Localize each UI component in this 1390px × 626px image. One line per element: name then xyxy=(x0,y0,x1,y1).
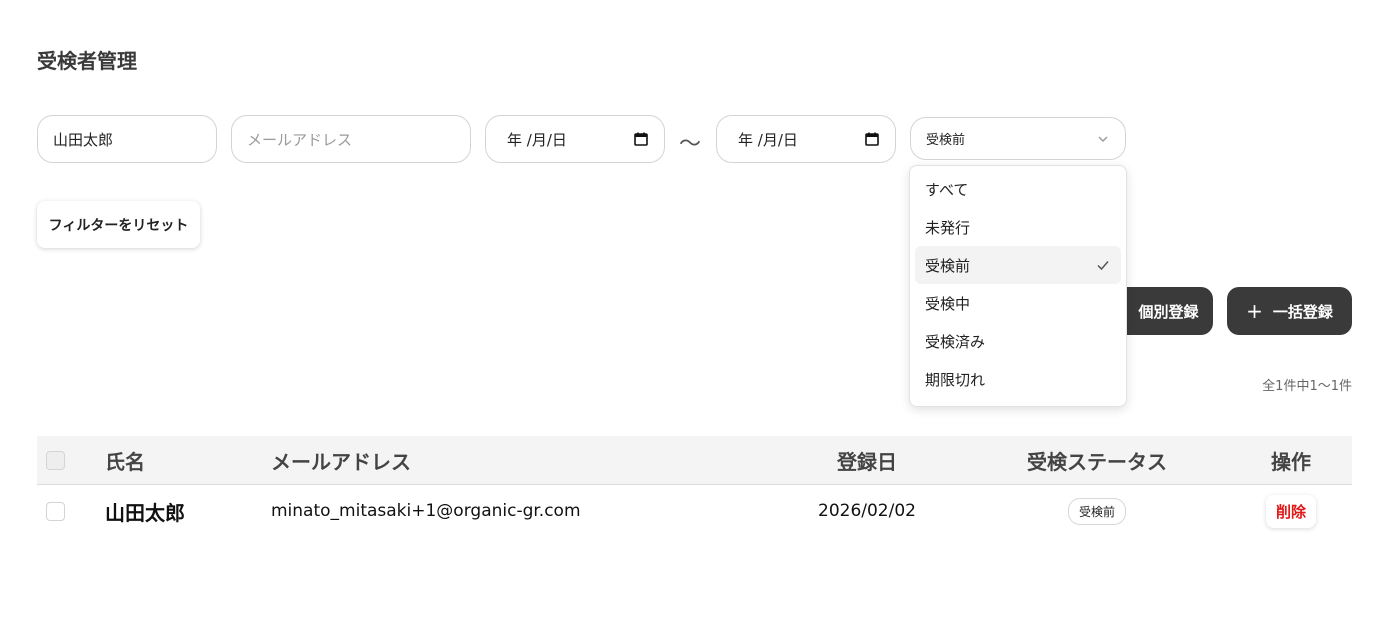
plus-icon: + xyxy=(1246,299,1263,323)
status-badge: 受検前 xyxy=(1067,497,1126,525)
table-row: 山田太郎 minato_mitasaki+1@organic-gr.com 20… xyxy=(37,485,1352,537)
row-name: 山田太郎 xyxy=(105,500,185,525)
row-email: minato_mitasaki+1@organic-gr.com xyxy=(271,501,581,521)
status-option-in-progress[interactable]: 受検中 xyxy=(915,284,1121,322)
select-all-checkbox[interactable] xyxy=(46,450,65,470)
examinee-table: 氏名 メールアドレス 登録日 受検ステータス 操作 山田太郎 minato_mi… xyxy=(37,436,1352,537)
header-date: 登録日 xyxy=(837,449,897,474)
calendar-icon[interactable] xyxy=(634,132,648,146)
header-status: 受検ステータス xyxy=(1027,449,1167,474)
header-name: 氏名 xyxy=(105,449,145,474)
date-to-input[interactable]: 年 /月/日 xyxy=(716,115,896,163)
page-title: 受検者管理 xyxy=(37,49,137,73)
status-select-value: 受検前 xyxy=(926,133,966,148)
date-from-value: 年 /月/日 xyxy=(507,130,567,149)
name-filter-input[interactable]: 山田太郎 xyxy=(37,115,217,163)
delete-button[interactable]: 削除 xyxy=(1265,494,1316,528)
date-range-separator: 〜 xyxy=(679,132,702,157)
status-option-before-exam[interactable]: 受検前 xyxy=(915,246,1121,284)
status-dropdown-menu: すべて 未発行 受検前 受検中 受検済み 期限切れ xyxy=(909,165,1127,407)
bulk-register-label: 一括登録 xyxy=(1272,302,1333,321)
chevron-down-icon xyxy=(1098,136,1108,142)
header-email: メールアドレス xyxy=(271,449,411,474)
bulk-register-button[interactable]: + 一括登録 xyxy=(1227,287,1352,335)
check-icon xyxy=(1097,261,1109,271)
result-count: 全1件中1〜1件 xyxy=(1262,379,1352,394)
calendar-icon[interactable] xyxy=(865,132,879,146)
status-option-all[interactable]: すべて xyxy=(915,170,1121,208)
status-option-completed[interactable]: 受検済み xyxy=(915,322,1121,360)
header-actions: 操作 xyxy=(1271,449,1311,474)
date-from-input[interactable]: 年 /月/日 xyxy=(485,115,665,163)
status-option-unissued[interactable]: 未発行 xyxy=(915,208,1121,246)
reset-filter-button[interactable]: フィルターをリセット xyxy=(37,201,200,248)
row-checkbox[interactable] xyxy=(46,501,65,521)
email-filter-input[interactable]: メールアドレス xyxy=(231,115,471,163)
status-filter-select[interactable]: 受検前 xyxy=(910,117,1126,160)
date-to-value: 年 /月/日 xyxy=(738,130,798,149)
single-register-label: 個別登録 xyxy=(1138,302,1199,321)
table-header: 氏名 メールアドレス 登録日 受検ステータス 操作 xyxy=(37,436,1352,485)
status-option-expired[interactable]: 期限切れ xyxy=(915,360,1121,398)
row-date: 2026/02/02 xyxy=(818,501,916,521)
